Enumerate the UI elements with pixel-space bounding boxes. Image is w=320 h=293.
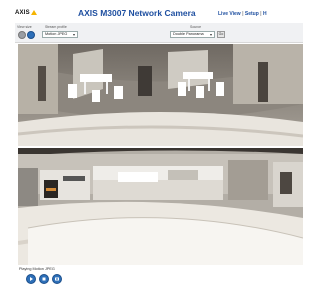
source-value: Double Panorama xyxy=(173,32,204,36)
source-select[interactable]: Double Panorama xyxy=(170,31,215,38)
chevron-down-icon xyxy=(73,34,75,36)
top-nav: Live View | Setup | H xyxy=(218,11,267,17)
nav-live-view[interactable]: Live View xyxy=(218,11,241,17)
nav-setup[interactable]: Setup xyxy=(245,11,259,17)
nav-help[interactable]: H xyxy=(263,11,267,17)
source-label: Source xyxy=(190,25,202,29)
stop-icon[interactable] xyxy=(39,274,49,284)
panorama-image-top xyxy=(18,44,303,146)
play-icon[interactable] xyxy=(26,274,36,284)
logo-triangle-icon xyxy=(30,10,37,15)
stream-profile-value: Motion JPEG xyxy=(45,32,68,36)
fullsize-icon[interactable] xyxy=(18,31,26,39)
axis-logo: AXIS xyxy=(15,10,37,16)
view-size-label: View size xyxy=(17,25,32,29)
stream-profile-select[interactable]: Motion JPEG xyxy=(42,31,78,38)
panorama-view-bottom[interactable] xyxy=(18,148,303,265)
stream-profile-label: Stream profile xyxy=(45,25,67,29)
view-toolbar: View size Stream profile Motion JPEG Sou… xyxy=(15,23,303,43)
scaled-icon[interactable] xyxy=(27,31,35,39)
header-bar: AXIS AXIS M3007 Network Camera Live View… xyxy=(0,0,303,22)
logo-text: AXIS xyxy=(15,10,30,16)
panorama-image-bottom xyxy=(18,148,303,265)
go-button[interactable]: Go xyxy=(217,31,225,38)
stream-status: Playing Motion JPEG xyxy=(19,267,55,271)
snapshot-icon[interactable] xyxy=(52,274,62,284)
panorama-view-top[interactable] xyxy=(18,44,303,146)
chevron-down-icon xyxy=(210,34,212,36)
page-title: AXIS M3007 Network Camera xyxy=(78,8,196,18)
